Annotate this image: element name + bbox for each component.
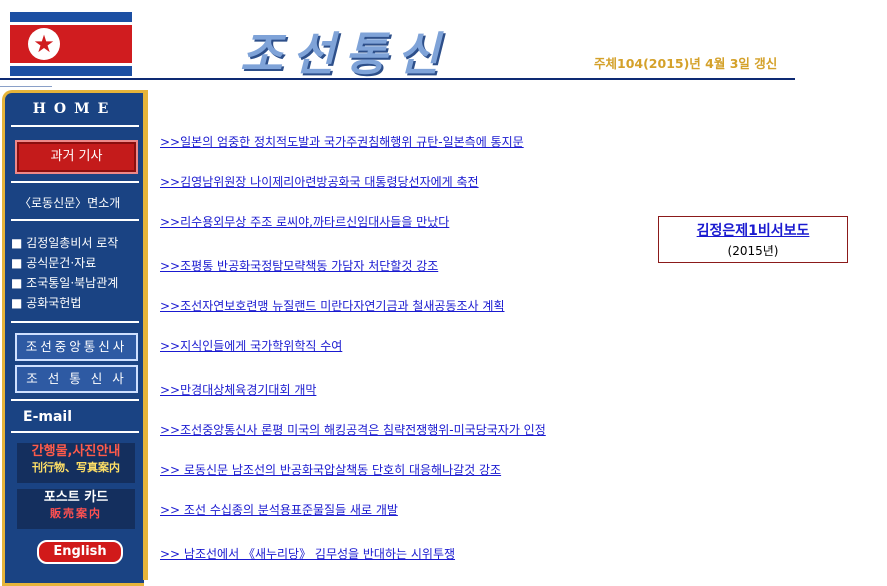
sidebar-divider [11, 219, 139, 221]
sidebar-item-reunification[interactable]: ■ 조국통일·북남관계 [11, 274, 118, 291]
sidebar-item-constitution[interactable]: ■ 공화국헌법 [11, 294, 81, 311]
sidebar-item-documents[interactable]: ■ 공식문건·자료 [11, 254, 96, 271]
flag-logo: ★ [10, 12, 132, 76]
publications-banner[interactable]: 간행물,사진안내 刊行物、写真案内 [17, 443, 135, 483]
feature-box: 김정은제1비서보도 (2015년) [658, 216, 848, 263]
email-link[interactable]: E-mail [23, 409, 72, 425]
news-link[interactable]: >> 조선 수십종의 분석용표준물질들 새로 개발 [160, 501, 398, 518]
sidebar-divider [11, 431, 139, 433]
rodong-intro-link[interactable]: 〈로동신문〉면소개 [19, 194, 120, 211]
sidebar-divider [11, 321, 139, 323]
news-link[interactable]: >>김영남위원장 나이제리아련방공화국 대통령당선자에게 축전 [160, 173, 479, 190]
archive-button[interactable]: 과거 기사 [15, 140, 138, 174]
sidebar-divider [11, 125, 139, 127]
english-button[interactable]: English [37, 540, 123, 564]
sidebar-divider [11, 399, 139, 401]
news-link[interactable]: >>조평통 반공화국정탐모략책동 가담자 처단할것 강조 [160, 257, 438, 274]
kim-jong-un-reports-link[interactable]: 김정은제1비서보도 [659, 220, 847, 240]
feature-year: (2015년) [727, 244, 779, 258]
news-link[interactable]: >> 남조선에서 《새누리당》 김무성을 반대하는 시위투쟁 [160, 545, 455, 562]
news-link[interactable]: >>조선자연보호련맹 뉴질랜드 미란다자연기금과 철새공동조사 계획 [160, 297, 505, 314]
header-divider [0, 78, 795, 80]
news-link[interactable]: >>지식인들에게 국가학위학직 수여 [160, 337, 342, 354]
news-link[interactable]: >>조선중앙통신사 론평 미국의 해킹공격은 침략전쟁행위-미국당국자가 인정 [160, 421, 546, 438]
star-icon: ★ [33, 30, 55, 58]
korea-news-button[interactable]: 조 선 통 신 사 [15, 365, 138, 393]
news-link[interactable]: >>리수용외무상 주조 로씨야,까타르신임대사들을 만났다 [160, 213, 449, 230]
home-link[interactable]: HOME [5, 101, 144, 117]
news-link[interactable]: >> 로동신문 남조선의 반공화국압살책동 단호히 대응해나갈것 강조 [160, 461, 501, 478]
header-subdivider [0, 86, 52, 87]
update-date: 주체104(2015)년 4월 3일 갱신 [594, 56, 778, 71]
news-link[interactable]: >>만경대상체육경기대회 개막 [160, 381, 316, 398]
sidebar: HOME 과거 기사 〈로동신문〉면소개 ■ 김정일총비서 로작 ■ 공식문건·… [2, 90, 148, 586]
kcna-button[interactable]: 조선중앙통신사 [15, 333, 138, 361]
site-logo-text: 조선통신 [240, 27, 450, 81]
sidebar-divider [11, 181, 139, 183]
news-link[interactable]: >>일본의 엄중한 정치적도발과 국가주권침해행위 규탄-일본측에 통지문 [160, 133, 524, 150]
sidebar-item-works[interactable]: ■ 김정일총비서 로작 [11, 234, 118, 251]
postcard-banner[interactable]: 포스트 카드 販売案内 [17, 489, 135, 529]
